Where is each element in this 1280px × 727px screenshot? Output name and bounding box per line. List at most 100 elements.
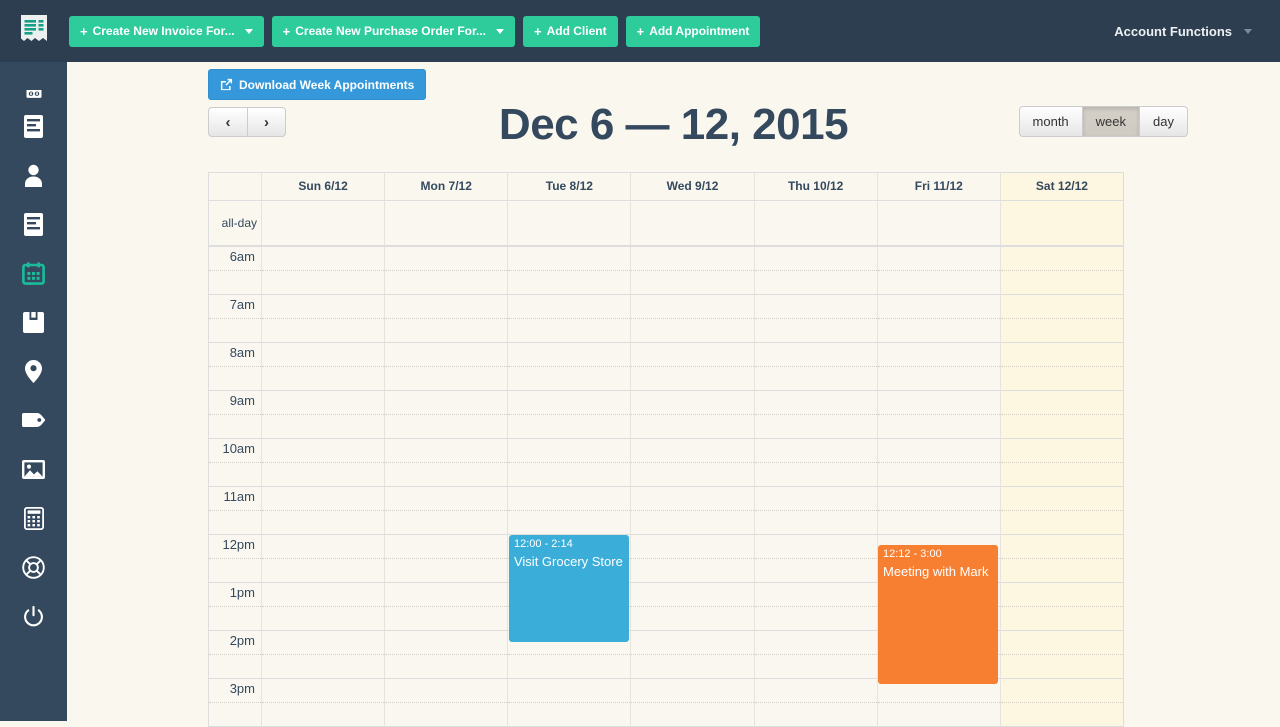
time-slot-cell[interactable] <box>385 535 508 583</box>
time-slot-cell[interactable] <box>631 439 754 487</box>
day-header-sun[interactable]: Sun 6/12 <box>262 173 385 200</box>
sidebar-item-support[interactable] <box>0 543 67 592</box>
time-slot-cell[interactable] <box>878 439 1001 487</box>
all-day-cell[interactable] <box>508 201 631 245</box>
time-slot-cell[interactable] <box>262 343 385 391</box>
time-slot-cell[interactable] <box>755 631 878 679</box>
time-slot-cell[interactable] <box>631 583 754 631</box>
view-day-button[interactable]: day <box>1139 106 1188 137</box>
time-slot-cell[interactable] <box>508 247 631 295</box>
time-slot-cell[interactable] <box>1001 583 1123 631</box>
time-slot-cell[interactable] <box>1001 295 1123 343</box>
time-slot-cell[interactable] <box>385 343 508 391</box>
create-new-purchase-order-button[interactable]: + Create New Purchase Order For... <box>272 16 515 47</box>
time-slot-cell[interactable] <box>1001 391 1123 439</box>
day-header-tue[interactable]: Tue 8/12 <box>508 173 631 200</box>
time-slot-cell[interactable] <box>385 583 508 631</box>
time-slot-cell[interactable] <box>385 391 508 439</box>
time-slot-cell[interactable] <box>262 679 385 727</box>
account-functions-menu[interactable]: Account Functions <box>1114 24 1252 39</box>
all-day-cell[interactable] <box>1001 201 1123 245</box>
time-slot-cell[interactable] <box>631 343 754 391</box>
sidebar-item-images[interactable] <box>0 445 67 494</box>
day-header-wed[interactable]: Wed 9/12 <box>631 173 754 200</box>
calendar-event[interactable]: 12:00 - 2:14Visit Grocery Store <box>509 535 629 642</box>
time-slot-cell[interactable] <box>1001 535 1123 583</box>
time-slot-cell[interactable] <box>878 391 1001 439</box>
create-new-invoice-button[interactable]: + Create New Invoice For... <box>69 16 264 47</box>
time-slot-cell[interactable] <box>1001 343 1123 391</box>
sidebar-item-tags[interactable] <box>0 396 67 445</box>
time-slot-cell[interactable] <box>1001 439 1123 487</box>
time-slot-cell[interactable] <box>262 583 385 631</box>
sidebar-item-invoices[interactable] <box>0 102 67 151</box>
time-slot-cell[interactable] <box>631 679 754 727</box>
time-slot-cell[interactable] <box>262 631 385 679</box>
time-slot-cell[interactable] <box>385 439 508 487</box>
day-header-mon[interactable]: Mon 7/12 <box>385 173 508 200</box>
time-slot-cell[interactable] <box>385 631 508 679</box>
download-week-appointments-button[interactable]: Download Week Appointments <box>208 69 426 100</box>
all-day-cell[interactable] <box>755 201 878 245</box>
time-slot-cell[interactable] <box>262 247 385 295</box>
time-slot-cell[interactable] <box>878 247 1001 295</box>
add-appointment-button[interactable]: + Add Appointment <box>626 16 761 47</box>
time-slot-cell[interactable] <box>385 295 508 343</box>
time-slot-cell[interactable] <box>755 391 878 439</box>
time-slot-cell[interactable] <box>755 439 878 487</box>
time-slot-cell[interactable] <box>508 679 631 727</box>
time-slot-cell[interactable] <box>262 487 385 535</box>
time-slot-cell[interactable] <box>755 535 878 583</box>
time-slot-cell[interactable] <box>1001 631 1123 679</box>
time-slot-cell[interactable] <box>631 631 754 679</box>
all-day-cell[interactable] <box>878 201 1001 245</box>
time-slot-cell[interactable] <box>631 487 754 535</box>
time-slot-cell[interactable] <box>262 535 385 583</box>
day-header-sat[interactable]: Sat 12/12 <box>1001 173 1123 200</box>
app-logo[interactable] <box>0 0 67 62</box>
time-slot-cell[interactable] <box>385 247 508 295</box>
sidebar-item-logout[interactable] <box>0 592 67 641</box>
time-slot-cell[interactable] <box>262 439 385 487</box>
day-header-fri[interactable]: Fri 11/12 <box>878 173 1001 200</box>
time-slot-cell[interactable] <box>508 391 631 439</box>
time-slot-cell[interactable] <box>755 343 878 391</box>
time-slot-cell[interactable] <box>508 343 631 391</box>
time-slot-cell[interactable] <box>755 295 878 343</box>
time-slot-cell[interactable] <box>755 679 878 727</box>
time-slot-cell[interactable] <box>755 247 878 295</box>
view-week-button[interactable]: week <box>1082 106 1139 137</box>
sidebar-item-inventory[interactable] <box>0 298 67 347</box>
time-slot-cell[interactable] <box>508 487 631 535</box>
time-slot-cell[interactable] <box>1001 247 1123 295</box>
all-day-cell[interactable] <box>631 201 754 245</box>
sidebar-item-calculator[interactable] <box>0 494 67 543</box>
time-slot-cell[interactable] <box>1001 487 1123 535</box>
time-slot-cell[interactable] <box>631 391 754 439</box>
day-header-thu[interactable]: Thu 10/12 <box>755 173 878 200</box>
time-slot-cell[interactable] <box>631 295 754 343</box>
all-day-cell[interactable] <box>262 201 385 245</box>
sidebar-item-calendar[interactable] <box>0 249 67 298</box>
time-slot-cell[interactable] <box>508 439 631 487</box>
time-slot-cell[interactable] <box>755 487 878 535</box>
view-month-button[interactable]: month <box>1019 106 1082 137</box>
time-slot-cell[interactable] <box>631 247 754 295</box>
sidebar-item-dashboard[interactable] <box>0 62 67 102</box>
sidebar-item-clients[interactable] <box>0 151 67 200</box>
sidebar-item-quotes[interactable] <box>0 200 67 249</box>
time-slot-cell[interactable] <box>878 295 1001 343</box>
time-slot-cell[interactable] <box>878 679 1001 727</box>
time-slot-cell[interactable] <box>1001 679 1123 727</box>
time-slot-cell[interactable] <box>385 487 508 535</box>
calendar-event[interactable]: 12:12 - 3:00Meeting with Mark <box>878 545 998 684</box>
time-slot-cell[interactable] <box>878 487 1001 535</box>
time-slot-cell[interactable] <box>878 343 1001 391</box>
time-slot-cell[interactable] <box>755 583 878 631</box>
all-day-cell[interactable] <box>385 201 508 245</box>
add-client-button[interactable]: + Add Client <box>523 16 618 47</box>
time-slot-cell[interactable] <box>385 679 508 727</box>
sidebar-item-locations[interactable] <box>0 347 67 396</box>
time-slot-cell[interactable] <box>631 535 754 583</box>
time-slot-cell[interactable] <box>262 391 385 439</box>
